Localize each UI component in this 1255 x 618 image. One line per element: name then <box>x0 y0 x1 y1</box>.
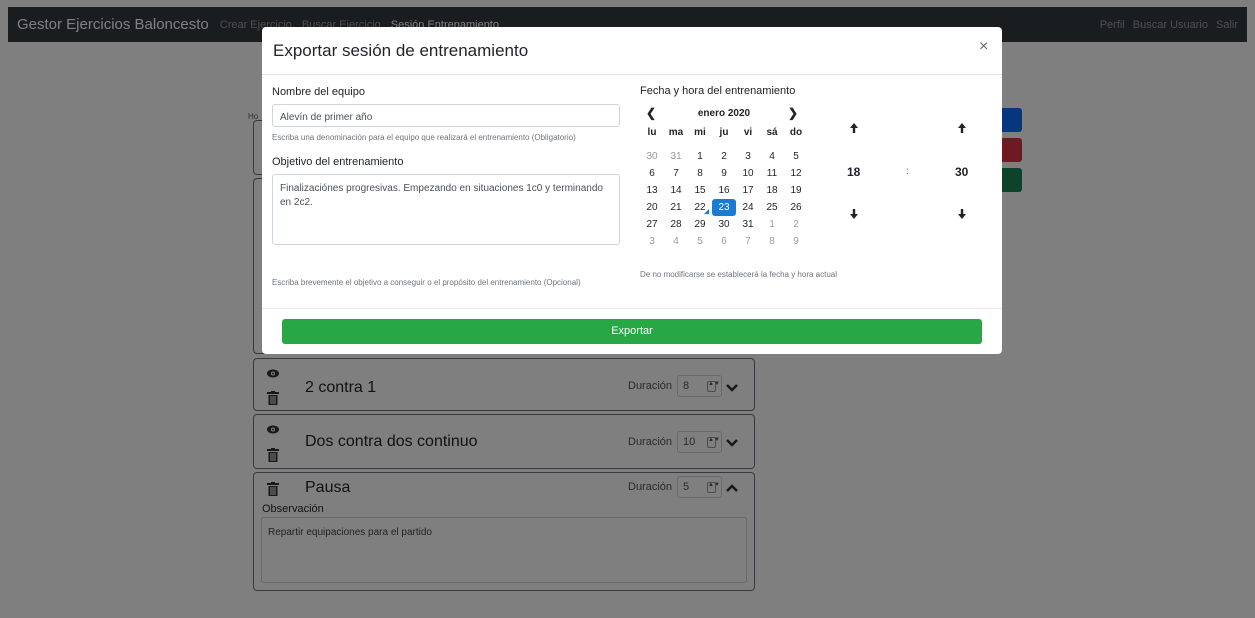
calendar-day[interactable]: 6 <box>640 165 664 182</box>
hour-down-icon[interactable] <box>849 207 859 219</box>
prev-month-icon[interactable]: ❮ <box>644 106 658 120</box>
team-name-help: Escriba una denominación para el equipo … <box>272 133 576 142</box>
calendar-day-selected[interactable]: 23 <box>712 199 736 216</box>
weekday-label: ma <box>668 127 684 138</box>
calendar-day[interactable]: 7 <box>736 233 760 250</box>
calendar-week: 13 14 15 16 17 18 19 <box>640 182 808 199</box>
calendar-day[interactable]: 31 <box>736 216 760 233</box>
calendar-day[interactable]: 24 <box>736 199 760 216</box>
minute-up-icon[interactable] <box>957 121 967 133</box>
calendar-day[interactable]: 16 <box>712 182 736 199</box>
weekday-row: lu ma mi ju vi sá do <box>640 126 808 140</box>
calendar-day[interactable]: 8 <box>760 233 784 250</box>
calendar-day[interactable]: 4 <box>664 233 688 250</box>
hour-value[interactable]: 18 <box>847 165 860 179</box>
calendar-day[interactable]: 8 <box>688 165 712 182</box>
minute-value[interactable]: 30 <box>955 165 968 179</box>
calendar-day[interactable]: 15 <box>688 182 712 199</box>
calendar-week: 30 31 1 2 3 4 5 <box>640 148 808 165</box>
weekday-label: lu <box>647 127 657 138</box>
calendar-day[interactable]: 27 <box>640 216 664 233</box>
calendar-day[interactable]: 5 <box>784 148 808 165</box>
weekday-label: ju <box>719 127 729 138</box>
weekday-label: sá <box>766 127 778 138</box>
weekday-label: vi <box>743 127 753 138</box>
calendar-header: enero 2020 <box>640 105 808 123</box>
date-help: De no modificarse se establecerá la fech… <box>640 270 837 279</box>
weekday-label: do <box>789 127 803 138</box>
calendar-day[interactable]: 1 <box>760 216 784 233</box>
calendar-days: 30 31 1 2 3 4 5 6 7 8 9 10 11 12 13 14 1… <box>640 148 808 250</box>
calendar-day[interactable]: 31 <box>664 148 688 165</box>
calendar-day[interactable]: 1 <box>688 148 712 165</box>
calendar-day[interactable]: 2 <box>712 148 736 165</box>
calendar-week: 20 21 22 23 24 25 26 <box>640 199 808 216</box>
calendar-day[interactable]: 5 <box>688 233 712 250</box>
next-month-icon[interactable]: ❯ <box>786 106 800 120</box>
time-separator: : <box>906 166 909 177</box>
objective-help: Escriba brevemente el objetivo a consegu… <box>272 278 581 287</box>
calendar-day[interactable]: 26 <box>784 199 808 216</box>
calendar-day[interactable]: 30 <box>712 216 736 233</box>
calendar-day[interactable]: 11 <box>760 165 784 182</box>
export-modal: Exportar sesión de entrenamiento × Nombr… <box>262 27 1002 354</box>
calendar-day[interactable]: 20 <box>640 199 664 216</box>
calendar-week: 3 4 5 6 7 8 9 <box>640 233 808 250</box>
modal-title: Exportar sesión de entrenamiento <box>273 41 529 60</box>
calendar-day[interactable]: 19 <box>784 182 808 199</box>
calendar-day[interactable]: 28 <box>664 216 688 233</box>
team-name-input[interactable]: Alevín de primer año <box>272 104 620 127</box>
calendar-day-today[interactable]: 22 <box>688 199 712 216</box>
export-button[interactable]: Exportar <box>282 319 982 344</box>
calendar-week: 6 7 8 9 10 11 12 <box>640 165 808 182</box>
calendar-day[interactable]: 3 <box>640 233 664 250</box>
hour-up-icon[interactable] <box>849 121 859 133</box>
calendar-day[interactable]: 3 <box>736 148 760 165</box>
modal-divider <box>262 308 1002 309</box>
calendar-day[interactable]: 25 <box>760 199 784 216</box>
team-name-label: Nombre del equipo <box>272 86 365 98</box>
date-label: Fecha y hora del entrenamiento <box>640 85 796 97</box>
close-icon[interactable]: × <box>979 38 988 56</box>
calendar-day[interactable]: 30 <box>640 148 664 165</box>
calendar-day[interactable]: 12 <box>784 165 808 182</box>
calendar-day[interactable]: 29 <box>688 216 712 233</box>
calendar-month[interactable]: enero 2020 <box>698 108 750 119</box>
weekday-label: mi <box>694 127 706 138</box>
calendar-day[interactable]: 6 <box>712 233 736 250</box>
calendar-day[interactable]: 9 <box>712 165 736 182</box>
calendar-day[interactable]: 17 <box>736 182 760 199</box>
calendar-day[interactable]: 4 <box>760 148 784 165</box>
objective-textarea[interactable]: Finalizaciónes progresivas. Empezando en… <box>272 174 620 245</box>
calendar-week: 27 28 29 30 31 1 2 <box>640 216 808 233</box>
calendar-day[interactable]: 14 <box>664 182 688 199</box>
calendar-day[interactable]: 9 <box>784 233 808 250</box>
calendar-day[interactable]: 21 <box>664 199 688 216</box>
modal-header: Exportar sesión de entrenamiento × <box>262 27 1002 75</box>
calendar-day[interactable]: 13 <box>640 182 664 199</box>
calendar-day[interactable]: 10 <box>736 165 760 182</box>
calendar-day[interactable]: 2 <box>784 216 808 233</box>
calendar-day[interactable]: 7 <box>664 165 688 182</box>
objective-label: Objetivo del entrenamiento <box>272 156 404 168</box>
calendar-day[interactable]: 18 <box>760 182 784 199</box>
minute-down-icon[interactable] <box>957 207 967 219</box>
